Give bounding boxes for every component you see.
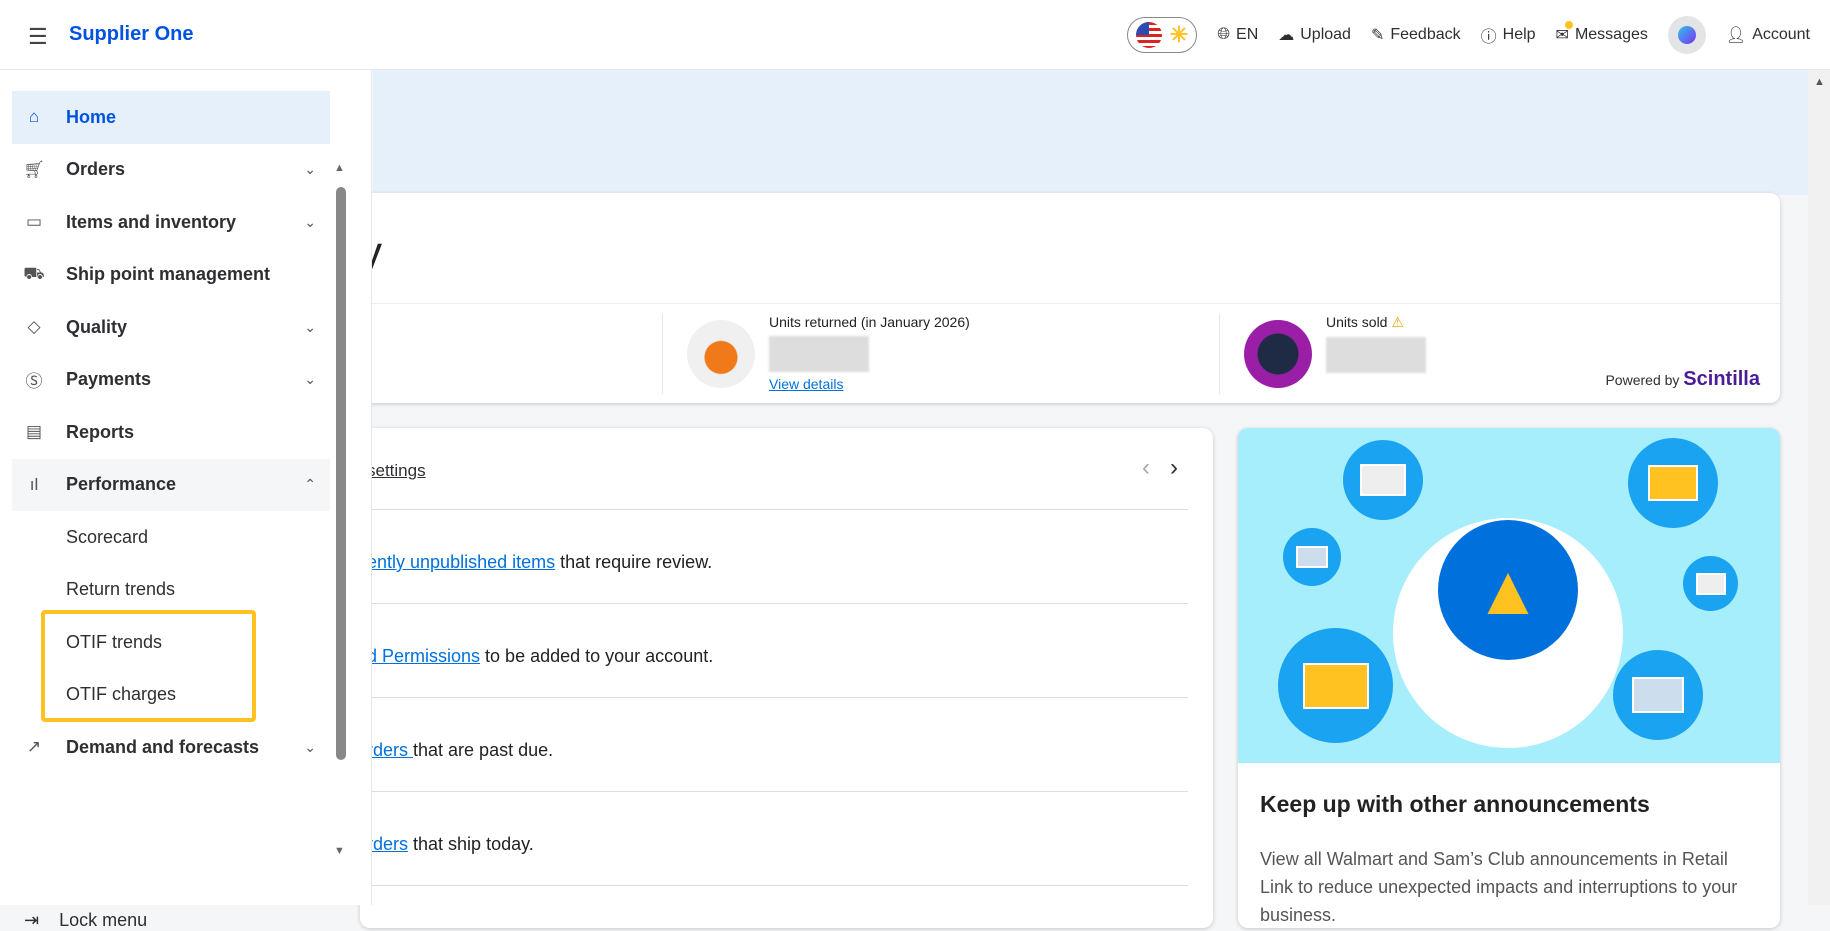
mail-icon: ✉︎: [1555, 21, 1574, 44]
diamond-icon: ◇: [27, 317, 41, 337]
prev-arrow-icon[interactable]: ‹: [1142, 454, 1150, 482]
account-button[interactable]: 👤︎ Account: [1726, 25, 1810, 45]
sidebar-item-payments[interactable]: Ⓢ Payments ⌄: [12, 354, 330, 407]
warning-icon: ⚠: [1391, 314, 1404, 330]
language-button[interactable]: 🌐︎ EN: [1217, 26, 1258, 44]
task-item: rders that ship today.: [360, 792, 1188, 886]
help-icon: ⓘ: [1480, 29, 1497, 46]
summary-card: y Units returned (in January 2026)View d…: [360, 193, 1780, 403]
returns-illustration-icon: [687, 320, 755, 388]
globe-icon: 🌐︎: [1217, 26, 1231, 43]
messages-button[interactable]: ✉︎ Messages: [1555, 21, 1648, 45]
help-button[interactable]: ⓘ Help: [1481, 23, 1536, 47]
units-returned-metric: Units returned (in January 2026) View det…: [662, 314, 970, 394]
tasks-card: settings ‹ › ently unpublished items that…: [360, 428, 1213, 928]
units-sold-metric: Units sold ⚠: [1219, 314, 1426, 394]
announcement-card: ▲ Keep up with other announcements View …: [1238, 428, 1780, 928]
us-flag-icon: [1135, 22, 1162, 48]
highlight-box: [41, 610, 256, 722]
redacted-value: [1326, 337, 1426, 373]
sidebar-item-orders[interactable]: 🛒︎ Orders ⌄: [12, 144, 330, 197]
announcement-illustration: ▲: [1238, 428, 1780, 763]
sidebar-item-home[interactable]: ⌂ Home: [12, 91, 330, 144]
sidebar-item-demand-forecasts[interactable]: ↗ Demand and forecasts ⌄: [12, 721, 330, 774]
envelope-icon: [1628, 438, 1718, 528]
sidebar-scrollbar[interactable]: ▲ ▼: [334, 162, 348, 857]
hero-band: [373, 70, 1808, 195]
feedback-button[interactable]: ✎ Feedback: [1371, 25, 1461, 45]
sidebar-item-items-inventory[interactable]: ▭ Items and inventory ⌄: [12, 196, 330, 249]
chevron-down-icon: ⌄: [304, 738, 316, 755]
task-item: ently unpublished items that require rev…: [360, 510, 1188, 604]
upload-button[interactable]: ☁︎ Upload: [1278, 25, 1351, 45]
assistant-avatar[interactable]: [1667, 16, 1706, 54]
cart-icon: 🛒︎: [23, 159, 45, 179]
sidebar-item-performance[interactable]: ıl Performance ⌃: [12, 458, 330, 511]
warning-bubble-icon: ▲: [1438, 520, 1578, 660]
cloud-upload-icon: ☁︎: [1278, 27, 1295, 44]
brand-logo[interactable]: Supplier One: [69, 23, 193, 46]
envelope-icon: [1278, 628, 1393, 743]
envelope-icon: [1613, 650, 1703, 740]
sidebar-item-reports[interactable]: ▤ Reports: [12, 406, 330, 459]
envelope-icon: [1283, 528, 1341, 586]
lock-arrow-icon: ⇥: [24, 910, 40, 930]
feedback-icon: ✎: [1370, 27, 1385, 44]
chevron-down-icon: ⌄: [304, 213, 316, 230]
lock-menu-button[interactable]: ⇥ Lock menu: [24, 910, 147, 931]
view-details-link[interactable]: View details: [769, 376, 970, 392]
sidebar-item-ship-point[interactable]: ⛟ Ship point management: [12, 249, 330, 302]
bar-chart-icon: ıl: [29, 474, 39, 494]
box-icon: ▭: [25, 212, 43, 232]
main-scrollbar[interactable]: ▲: [1808, 70, 1830, 905]
task-item: rders that are past due.: [360, 698, 1188, 792]
chevron-down-icon: ⌄: [304, 318, 316, 335]
envelope-icon: [1683, 556, 1738, 611]
top-header: ☰ Supplier One ✳ 🌐︎ EN ☁︎ Upload ✎ Feedback…: [0, 0, 1830, 70]
sidebar: ⌂ Home 🛒︎ Orders ⌄ ▭ Items and inventory ⌄ ⛟ S…: [0, 70, 372, 930]
truck-icon: ⛟: [23, 263, 45, 283]
sidebar-item-quality[interactable]: ◇ Quality ⌄: [12, 301, 330, 354]
chevron-down-icon: ⌄: [304, 161, 316, 178]
announcement-body: View all Walmart and Sam’s Club announce…: [1260, 849, 1738, 925]
chevron-down-icon: ⌄: [304, 371, 316, 388]
envelope-icon: [1343, 440, 1423, 520]
clipboard-icon: ▤: [25, 422, 43, 442]
next-arrow-icon[interactable]: ›: [1170, 454, 1178, 482]
powered-by: Powered by Scintilla: [1605, 368, 1760, 390]
announcement-title: Keep up with other announcements: [1260, 791, 1650, 817]
task-item: d Permissions to be added to your accoun…: [360, 604, 1188, 698]
dollar-icon: Ⓢ: [25, 372, 43, 392]
user-icon: 👤︎: [1725, 27, 1747, 44]
sidebar-subitem-return-trends[interactable]: Return trends: [12, 564, 330, 617]
redacted-value: [769, 336, 869, 372]
walmart-spark-icon: ✳: [1169, 22, 1189, 47]
sales-chart-illustration-icon: [1244, 320, 1312, 388]
trend-icon: ↗: [26, 737, 42, 757]
sidebar-subitem-scorecard[interactable]: Scorecard: [12, 511, 330, 564]
market-switcher[interactable]: ✳: [1126, 17, 1198, 53]
chevron-up-icon: ⌃: [304, 476, 316, 493]
hamburger-menu-icon[interactable]: ☰: [28, 24, 48, 50]
settings-link[interactable]: settings: [367, 461, 426, 481]
home-icon: ⌂: [28, 107, 40, 127]
